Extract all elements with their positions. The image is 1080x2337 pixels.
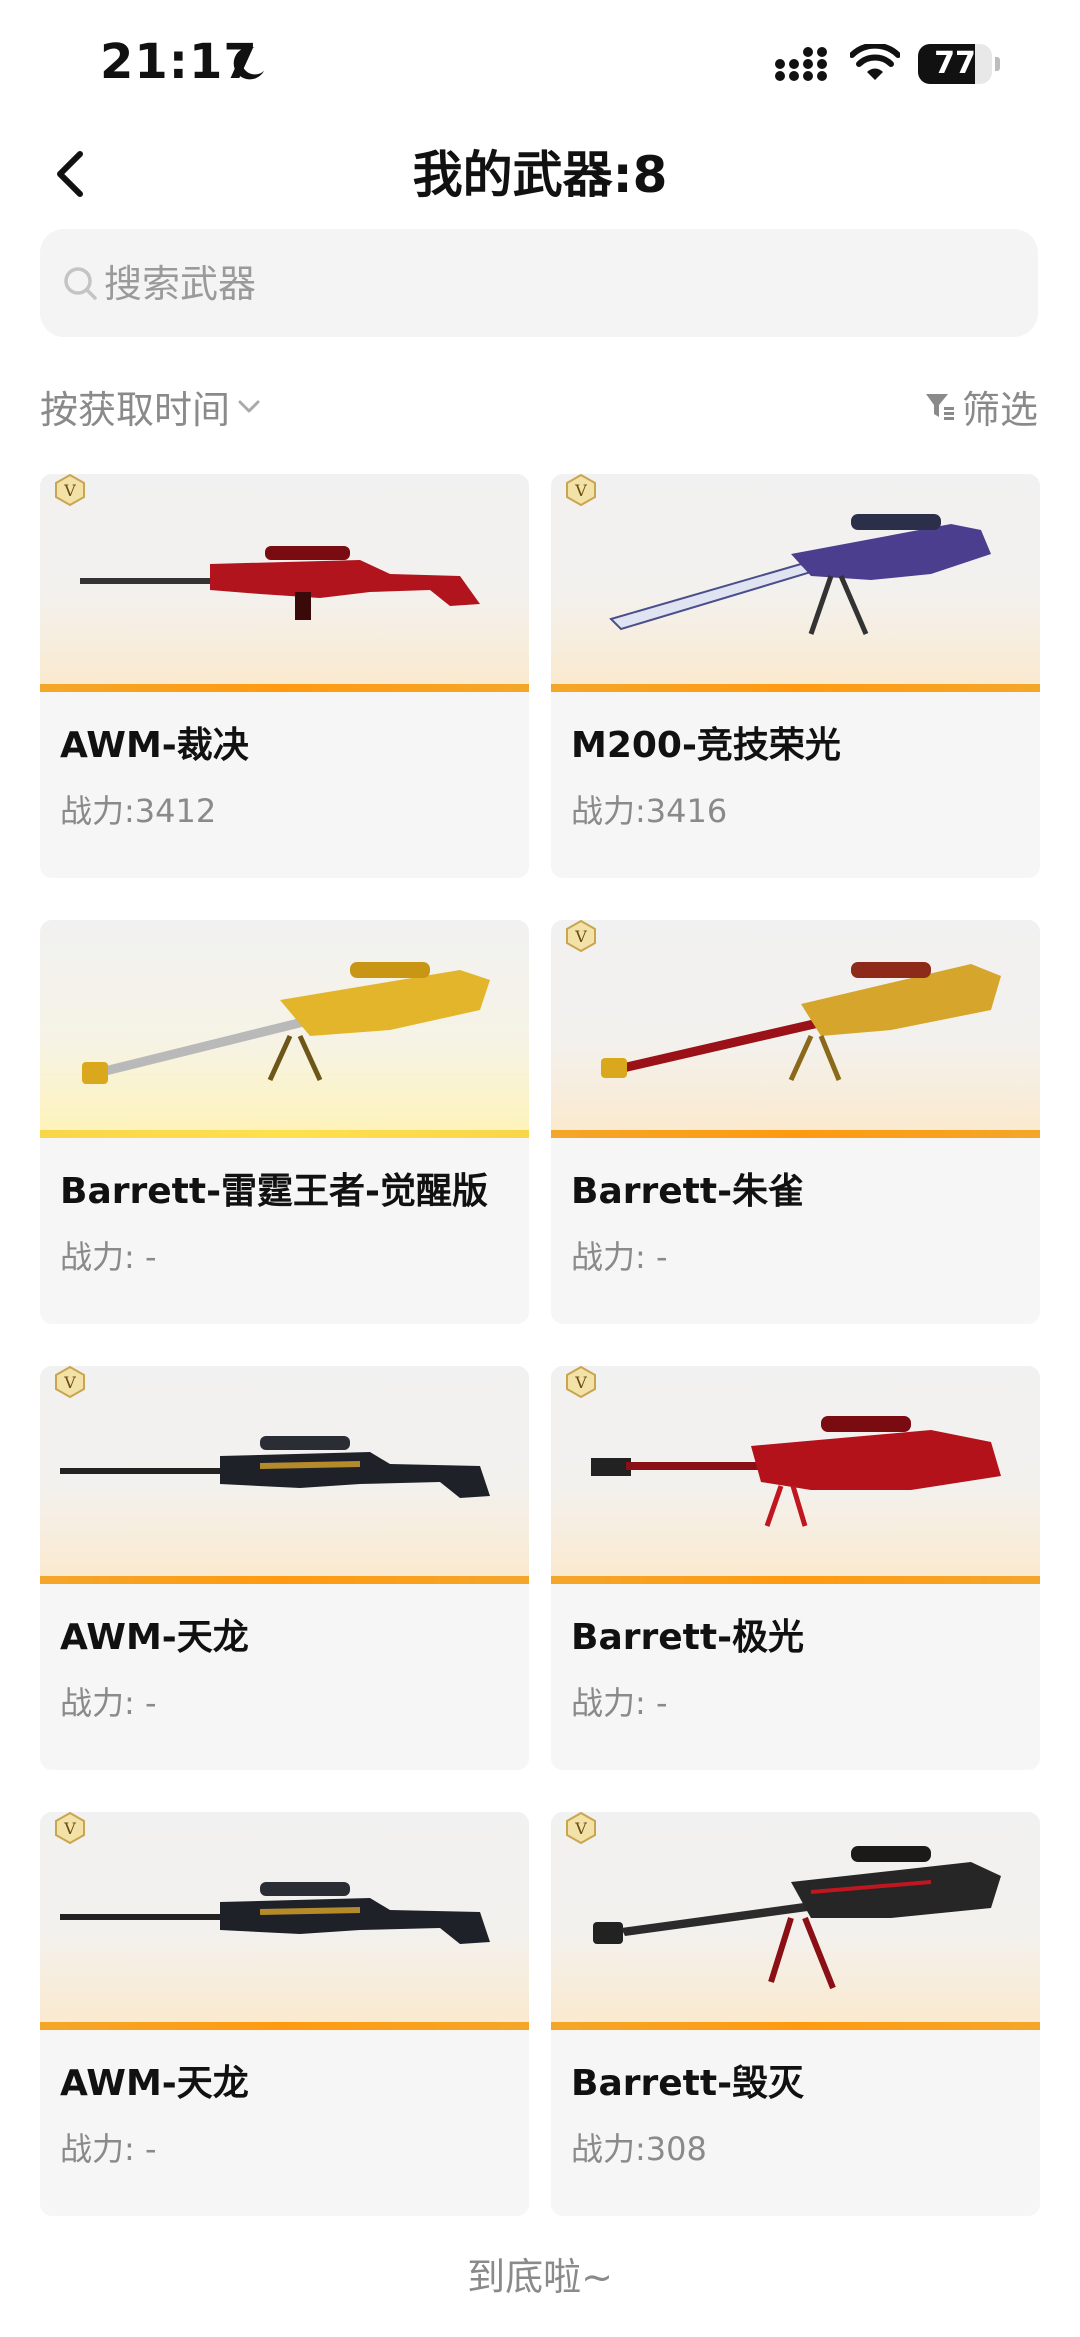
moon-icon — [233, 47, 265, 80]
filter-label: 筛选 — [961, 387, 1038, 432]
weapon-card[interactable]: V Barrett-毁灭 战力:308 — [551, 1812, 1040, 2216]
sort-dropdown[interactable]: 按获取时间 — [40, 378, 262, 434]
end-of-list-text: 到底啦~ — [467, 2255, 613, 2299]
battery-indicator: 77 — [918, 44, 1000, 84]
weapon-card[interactable]: V AWM-天龙 战力: - — [40, 1812, 529, 2216]
search-bar[interactable] — [40, 229, 1038, 337]
weapon-name: Barrett-极光 — [571, 1617, 805, 1658]
weapon-name: M200-竞技荣光 — [571, 725, 841, 766]
weapon-name: Barrett-朱雀 — [571, 1171, 805, 1212]
weapon-image: V — [40, 474, 529, 692]
sniper-rifle-icon — [60, 1882, 490, 1944]
search-input[interactable] — [102, 251, 1006, 317]
weapon-card[interactable]: V AWM-裁决 战力:3412 — [40, 474, 529, 878]
weapon-name: Barrett-雷霆王者-觉醒版 — [60, 1171, 488, 1212]
weapon-image: V — [551, 1812, 1040, 2030]
cellular-signal-icon — [775, 47, 827, 81]
weapon-card[interactable]: V AWM-天龙 战力: - — [40, 1366, 529, 1770]
sniper-rifle-icon — [591, 1416, 1001, 1527]
weapon-image: V — [40, 1812, 529, 2030]
weapon-card[interactable]: V Barrett-朱雀 战力: - — [551, 920, 1040, 1324]
weapon-image: V — [551, 1366, 1040, 1584]
weapon-card[interactable]: Barrett-雷霆王者-觉醒版 战力: - — [40, 920, 529, 1324]
weapon-grid: V AWM-裁决 战力:3412 V M200-竞技荣光 战力:3416 Bar… — [40, 474, 1040, 2216]
search-icon — [64, 267, 97, 300]
sniper-rifle-icon — [593, 1846, 1001, 1990]
weapon-name: Barrett-毁灭 — [571, 2063, 805, 2104]
weapon-card[interactable]: V M200-竞技荣光 战力:3416 — [551, 474, 1040, 878]
page-title: 我的武器:8 — [412, 146, 668, 204]
sniper-rifle-icon — [80, 546, 480, 620]
weapon-image: V — [551, 474, 1040, 692]
weapon-power: 战力:3416 — [571, 792, 728, 830]
sort-label: 按获取时间 — [40, 387, 231, 432]
weapon-name: AWM-裁决 — [60, 725, 249, 766]
weapon-image: V — [551, 920, 1040, 1138]
sniper-rifle-icon — [601, 962, 1001, 1082]
weapon-power: 战力: - — [571, 1238, 668, 1276]
weapon-power: 战力: - — [60, 2130, 157, 2168]
wifi-icon — [850, 44, 900, 80]
status-bar: 21:17 77 — [0, 0, 1080, 130]
weapon-power: 战力:308 — [571, 2130, 707, 2168]
sniper-rifle-icon — [60, 1436, 490, 1498]
sniper-rifle-icon — [609, 514, 991, 635]
weapon-image — [40, 920, 529, 1138]
weapon-name: AWM-天龙 — [60, 1617, 249, 1658]
weapon-image: V — [40, 1366, 529, 1584]
weapon-power: 战力: - — [571, 1684, 668, 1722]
chevron-down-icon — [238, 400, 260, 413]
filter-icon — [925, 394, 954, 420]
weapon-power: 战力: - — [60, 1684, 157, 1722]
weapon-name: AWM-天龙 — [60, 2063, 249, 2104]
weapon-power: 战力:3412 — [60, 792, 217, 830]
filter-button[interactable]: 筛选 — [924, 378, 1038, 434]
weapon-card[interactable]: V Barrett-极光 战力: - — [551, 1366, 1040, 1770]
weapon-power: 战力: - — [60, 1238, 157, 1276]
sniper-rifle-icon — [82, 962, 490, 1084]
